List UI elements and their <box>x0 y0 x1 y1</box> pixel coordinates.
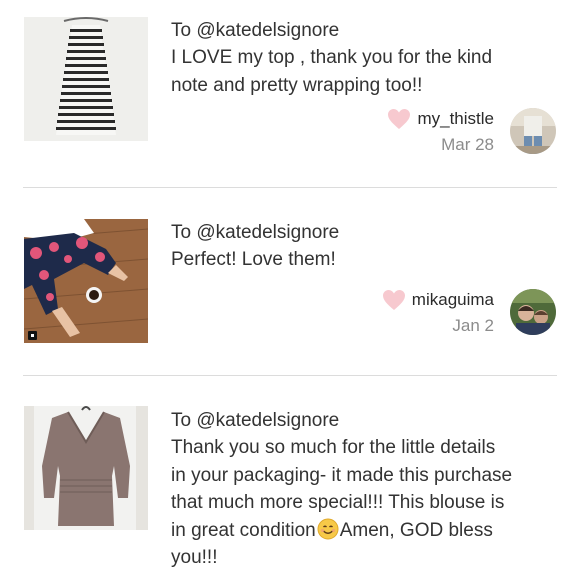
striped-dress-photo <box>24 17 148 141</box>
message-line: Perfect! Love them! <box>171 249 336 270</box>
sender-avatar[interactable] <box>510 289 556 335</box>
listing-thumbnail[interactable] <box>24 219 148 343</box>
floral-leggings-photo <box>24 219 148 343</box>
note-message: Thank you so much for the little details… <box>171 434 566 572</box>
sender-username[interactable]: my_thistle <box>417 109 494 129</box>
sender-block: my_thistle Mar 28 <box>387 107 494 155</box>
message-line: in great condition Amen, GOD bless <box>171 517 566 545</box>
heart-icon <box>382 289 406 311</box>
love-notes-feed: To @katedelsignore I LOVE my top , thank… <box>0 0 580 580</box>
heart-icon <box>387 108 411 130</box>
message-line: note and pretty wrapping too!! <box>171 74 423 96</box>
message-line: you!!! <box>171 547 218 568</box>
message-line: Thank you so much for the little details <box>171 437 496 458</box>
message-line: I LOVE my top , thank you for the kind <box>171 47 493 68</box>
message-fragment: Amen, GOD bless <box>339 519 493 541</box>
recipient-line: To @katedelsignore <box>171 222 340 243</box>
sender-block: mikaguima Jan 2 <box>382 288 494 336</box>
note-date: Jan 2 <box>452 316 494 335</box>
note-date: Mar 28 <box>441 135 494 154</box>
recipient-line: To @katedelsignore <box>171 20 340 41</box>
note-divider <box>23 375 557 376</box>
message-line: that much more special!!! This blouse is <box>171 492 505 513</box>
message-fragment: in great condition <box>171 519 316 541</box>
note-message: Perfect! Love them! <box>171 246 566 274</box>
note-message: I LOVE my top , thank you for the kind n… <box>171 44 566 99</box>
sender-avatar[interactable] <box>510 108 556 154</box>
listing-thumbnail[interactable] <box>24 406 148 530</box>
listing-thumbnail[interactable] <box>24 17 148 141</box>
mikaguima-avatar <box>510 289 556 335</box>
note-divider <box>23 187 557 188</box>
mauve-blouse-photo <box>24 406 148 530</box>
recipient-line: To @katedelsignore <box>171 410 340 431</box>
sender-username[interactable]: mikaguima <box>412 290 494 310</box>
message-line: in your packaging- it made this purchase <box>171 464 513 486</box>
my-thistle-avatar <box>510 108 556 154</box>
smiling-face-emoji-icon <box>317 518 339 540</box>
